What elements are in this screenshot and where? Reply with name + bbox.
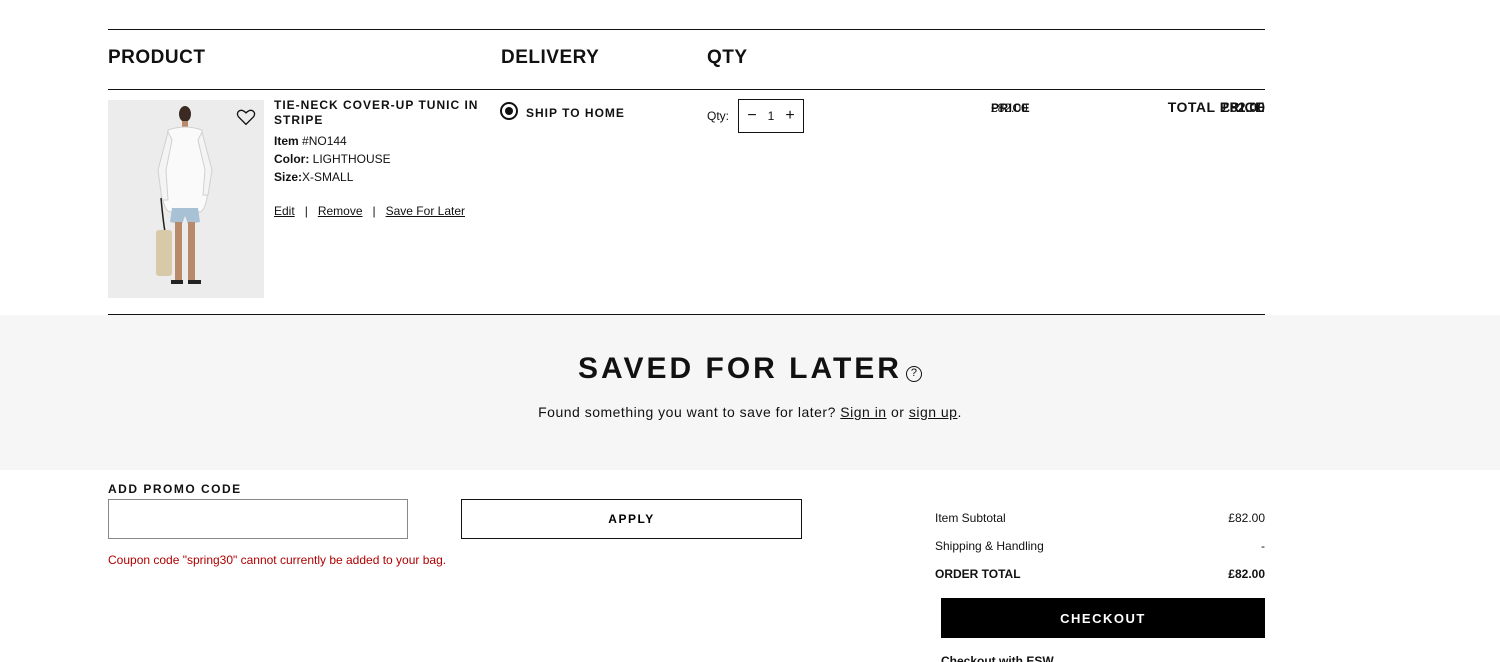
unit-price: £82.00 (991, 101, 1028, 115)
quantity-stepper: − 1 + (738, 99, 804, 133)
color-line: Color: LIGHTHOUSE (274, 151, 391, 167)
heart-outline-icon[interactable] (236, 108, 256, 126)
header-product: PRODUCT (108, 47, 206, 68)
separator: | (304, 204, 308, 218)
table-header: PRODUCT DELIVERY QTY PRICE TOTAL PRICE (108, 30, 1265, 115)
saved-suffix: . (957, 404, 962, 420)
item-number-label: Item (274, 134, 299, 148)
promo-code-input[interactable] (108, 499, 408, 539)
cart-table: PRODUCT DELIVERY QTY PRICE TOTAL PRICE T… (108, 29, 1265, 315)
item-number: #NO144 (302, 134, 347, 148)
qty-value[interactable]: 1 (768, 109, 775, 123)
sign-up-link[interactable]: sign up (909, 404, 958, 420)
checkout-button[interactable]: CHECKOUT (941, 598, 1265, 638)
qty-increase-button[interactable]: + (783, 107, 797, 125)
separator: | (372, 204, 376, 218)
color-label: Color: (274, 152, 310, 166)
remove-link[interactable]: Remove (318, 204, 363, 218)
order-total-label: ORDER TOTAL (935, 567, 1021, 581)
help-icon[interactable]: ? (905, 366, 922, 382)
product-photo-illustration (108, 100, 264, 298)
size-line: Size:X-SMALL (274, 169, 353, 185)
order-total-value: £82.00 (1228, 567, 1265, 581)
or-text: or (890, 404, 905, 420)
sign-in-link[interactable]: Sign in (840, 404, 886, 420)
qty-label: Qty: (707, 109, 730, 123)
header-delivery: DELIVERY (501, 47, 600, 68)
shipping-value: - (1261, 539, 1265, 553)
color-value: LIGHTHOUSE (312, 152, 391, 166)
checkout-with-esw-label[interactable]: Checkout with ESW (941, 654, 1054, 662)
line-total-price: £82.00 (1222, 99, 1265, 115)
edit-link[interactable]: Edit (274, 204, 295, 218)
size-label: Size: (274, 170, 303, 184)
saved-for-later-text: Found something you want to save for lat… (0, 404, 1500, 420)
promo-code-label: ADD PROMO CODE (108, 482, 242, 496)
size-value: X-SMALL (302, 170, 354, 184)
apply-promo-button[interactable]: APPLY (461, 499, 802, 539)
saved-prefix-text: Found something you want to save for lat… (538, 404, 836, 420)
shipping-label: Shipping & Handling (935, 539, 1044, 553)
save-for-later-link[interactable]: Save For Later (386, 204, 465, 218)
header-qty: QTY (707, 47, 748, 68)
item-number-line: Item #NO144 (274, 133, 347, 149)
product-image[interactable] (108, 100, 264, 298)
ship-to-home-radio[interactable] (500, 102, 518, 120)
subtotal-label: Item Subtotal (935, 511, 1006, 525)
promo-error-message: Coupon code "spring30" cannot currently … (108, 553, 447, 567)
saved-title-text: SAVED FOR LATER (578, 352, 902, 385)
qty-decrease-button[interactable]: − (745, 107, 759, 125)
product-name[interactable]: TIE-NECK COVER-UP TUNIC IN STRIPE (274, 98, 484, 128)
saved-for-later-title: SAVED FOR LATER? (0, 352, 1500, 386)
subtotal-value: £82.00 (1228, 511, 1265, 525)
saved-for-later-section: SAVED FOR LATER? Found something you wan… (0, 315, 1500, 470)
ship-to-home-label[interactable]: SHIP TO HOME (526, 106, 625, 120)
item-actions: Edit | Remove | Save For Later (274, 204, 465, 218)
